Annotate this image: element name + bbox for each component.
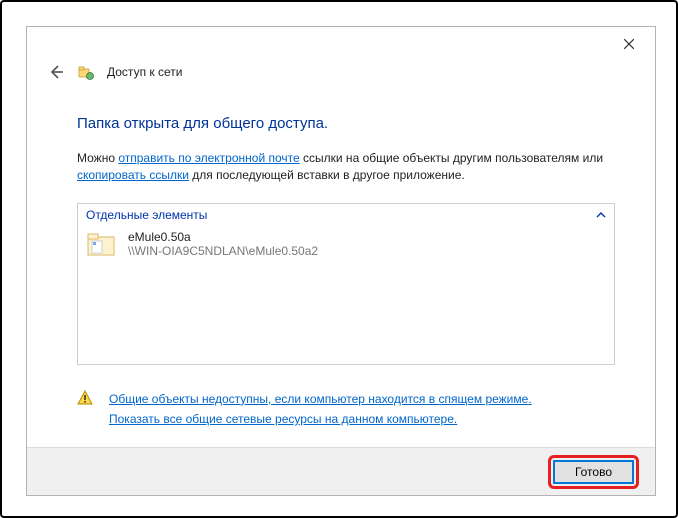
shared-item[interactable]: eMule0.50a \\WIN-OIA9C5NDLAN\eMule0.50a2 — [78, 224, 614, 264]
shared-item-text: eMule0.50a \\WIN-OIA9C5NDLAN\eMule0.50a2 — [128, 230, 318, 258]
dialog-footer: Готово — [27, 447, 655, 495]
desc-mid: ссылки на общие объекты другим пользоват… — [300, 151, 603, 165]
folder-icon — [86, 230, 118, 258]
group-header[interactable]: Отдельные элементы — [78, 204, 614, 224]
warning-row: Общие объекты недоступны, если компьютер… — [77, 389, 615, 430]
wizard-title: Доступ к сети — [107, 65, 182, 79]
desc-prefix: Можно — [77, 151, 118, 165]
group-label: Отдельные элементы — [86, 208, 207, 222]
warning-icon — [77, 390, 93, 406]
email-link[interactable]: отправить по электронной почте — [118, 151, 299, 165]
network-share-icon — [77, 63, 95, 81]
shared-item-path: \\WIN-OIA9C5NDLAN\eMule0.50a2 — [128, 244, 318, 258]
description-text: Можно отправить по электронной почте ссы… — [77, 150, 615, 185]
page-heading: Папка открыта для общего доступа. — [77, 115, 615, 132]
back-arrow-icon — [48, 64, 64, 80]
titlebar — [27, 27, 655, 61]
shared-item-name: eMule0.50a — [128, 230, 318, 244]
back-button[interactable] — [47, 63, 65, 81]
warning-links: Общие объекты недоступны, если компьютер… — [109, 389, 532, 430]
content-area: Папка открыта для общего доступа. Можно … — [27, 83, 655, 430]
share-wizard-dialog: Доступ к сети Папка открыта для общего д… — [26, 26, 656, 496]
show-all-shares-link[interactable]: Показать все общие сетевые ресурсы на да… — [109, 412, 457, 426]
close-icon — [624, 39, 634, 49]
sleep-mode-link[interactable]: Общие объекты недоступны, если компьютер… — [109, 392, 532, 406]
chevron-up-icon — [596, 211, 606, 219]
individual-items-group: Отдельные элементы eMule0.50a \\WIN-OI — [77, 203, 615, 365]
wizard-header: Доступ к сети — [27, 61, 655, 83]
copy-links-link[interactable]: скопировать ссылки — [77, 168, 189, 182]
close-button[interactable] — [609, 31, 649, 57]
desc-suffix: для последующей вставки в другое приложе… — [189, 168, 465, 182]
screenshot-frame: Доступ к сети Папка открыта для общего д… — [0, 0, 678, 518]
highlight-frame: Готово — [548, 455, 639, 489]
done-button[interactable]: Готово — [553, 460, 634, 484]
